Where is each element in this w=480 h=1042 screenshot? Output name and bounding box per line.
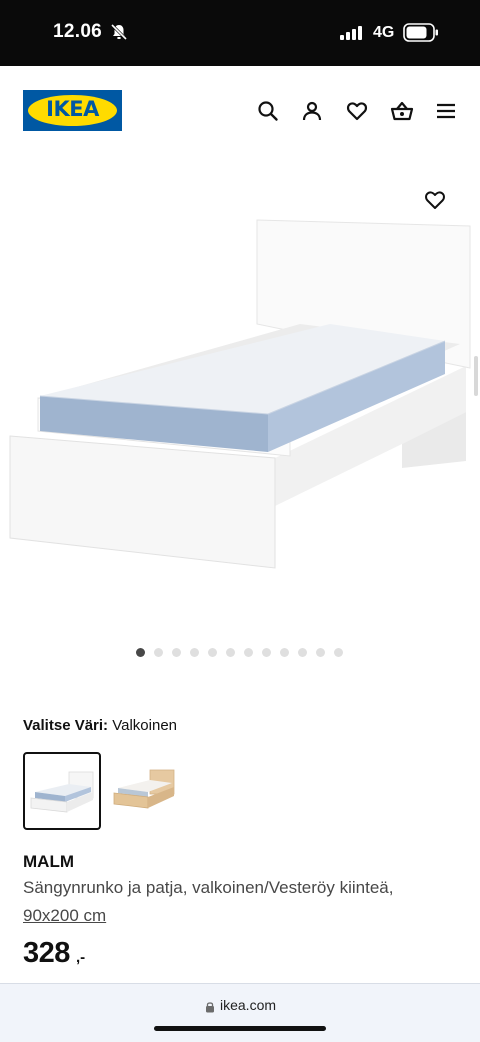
- browser-url-bar[interactable]: ikea.com: [0, 983, 480, 1042]
- carousel-dot[interactable]: [298, 648, 307, 657]
- carousel-dot[interactable]: [244, 648, 253, 657]
- scrollbar[interactable]: [474, 356, 478, 396]
- home-indicator[interactable]: [154, 1026, 326, 1031]
- price-suffix: ,-: [76, 949, 86, 966]
- battery-icon: [403, 23, 438, 42]
- url-text[interactable]: ikea.com: [220, 997, 276, 1013]
- product-gallery[interactable]: [0, 156, 480, 676]
- heart-icon[interactable]: [345, 99, 369, 123]
- carousel-dot[interactable]: [136, 648, 145, 657]
- status-bar: 12.06 4G: [0, 0, 480, 66]
- search-icon[interactable]: [256, 99, 280, 123]
- network-label: 4G: [373, 24, 395, 41]
- carousel-dot[interactable]: [334, 648, 343, 657]
- carousel-dot[interactable]: [208, 648, 217, 657]
- basket-icon[interactable]: [390, 99, 414, 123]
- carousel-dot[interactable]: [262, 648, 271, 657]
- signal-icon: [340, 26, 362, 40]
- product-price: 328: [23, 937, 70, 969]
- swatch-white[interactable]: [23, 752, 101, 830]
- carousel-dot[interactable]: [190, 648, 199, 657]
- carousel-dot[interactable]: [316, 648, 325, 657]
- logo-text: IKEA: [46, 97, 99, 121]
- carousel-dot[interactable]: [280, 648, 289, 657]
- carousel-dot[interactable]: [172, 648, 181, 657]
- user-icon[interactable]: [300, 99, 324, 123]
- carousel-dots: [136, 648, 343, 657]
- oak-bed-thumbnail: [113, 769, 175, 809]
- product-name: MALM: [23, 852, 74, 871]
- color-value: Valkoinen: [112, 717, 178, 734]
- color-selector-label: Valitse Väri: Valkoinen: [23, 717, 177, 734]
- status-time: 12.06: [53, 21, 103, 42]
- bell-muted-icon: [110, 23, 128, 41]
- ikea-logo[interactable]: IKEA: [23, 90, 122, 131]
- site-header: IKEA: [0, 66, 480, 156]
- white-bed-thumbnail: [30, 771, 94, 813]
- swatch-oak-veneer[interactable]: [108, 752, 186, 830]
- product-description: Sängynrunko ja patja, valkoinen/Vesteröy…: [23, 878, 394, 897]
- product-size-link[interactable]: 90x200 cm: [23, 906, 106, 926]
- carousel-dot[interactable]: [226, 648, 235, 657]
- bed-product-image: [9, 219, 471, 569]
- color-label-title: Valitse Väri:: [23, 717, 109, 734]
- lock-icon: [206, 1002, 214, 1013]
- carousel-dot[interactable]: [154, 648, 163, 657]
- menu-icon[interactable]: [434, 99, 458, 123]
